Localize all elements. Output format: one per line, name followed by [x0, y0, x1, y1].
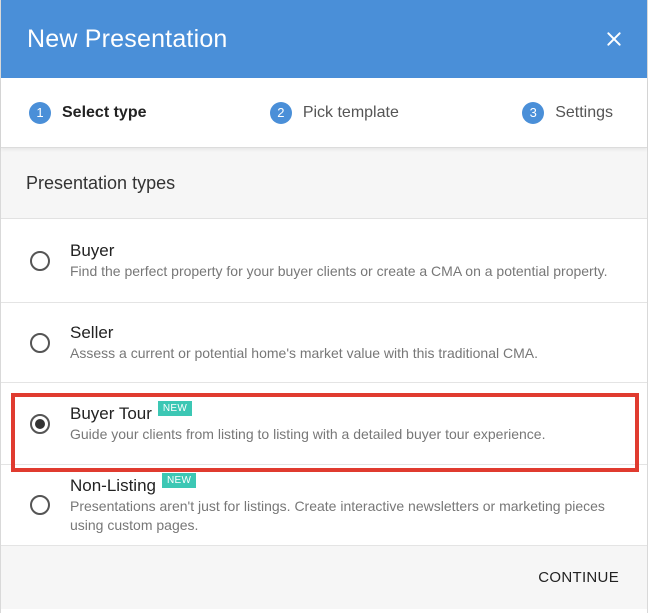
option-text: Seller Assess a current or potential hom… [70, 323, 538, 363]
step-number: 1 [29, 101, 51, 124]
radio-button[interactable] [30, 250, 50, 271]
option-title: Seller [70, 323, 538, 343]
option-text: Buyer Tour NEW Guide your clients from l… [70, 401, 546, 444]
step-label: Settings [555, 103, 613, 121]
option-non-listing[interactable]: Non-Listing NEW Presentations aren't jus… [1, 465, 647, 546]
step-label: Pick template [302, 103, 399, 121]
step-number: 3 [522, 101, 545, 124]
step-pick-template[interactable]: 2 Pick template [269, 101, 399, 124]
step-number: 2 [269, 101, 292, 124]
option-title: Buyer Tour NEW [70, 401, 545, 424]
option-title-text: Buyer Tour [70, 403, 152, 423]
option-description: Guide your clients from listing to listi… [70, 425, 546, 442]
option-title-text: Buyer [70, 240, 115, 260]
option-buyer[interactable]: Buyer Find the perfect property for your… [1, 219, 647, 303]
step-select-type[interactable]: 1 Select type [29, 101, 147, 124]
option-title: Non-Listing NEW [70, 473, 627, 496]
option-description: Presentations aren't just for listings. … [70, 497, 605, 533]
new-badge: NEW [157, 401, 193, 416]
option-description: Find the perfect property for your buyer… [70, 262, 608, 279]
new-presentation-dialog: New Presentation 1 Select type 2 Pick te… [0, 0, 648, 613]
option-title-text: Seller [70, 322, 114, 342]
radio-button[interactable] [30, 495, 50, 515]
dialog-header: New Presentation [1, 0, 647, 78]
stepper: 1 Select type 2 Pick template 3 Settings [1, 78, 647, 148]
option-description: Assess a current or potential home's mar… [70, 344, 538, 361]
radio-button[interactable] [30, 332, 50, 353]
option-buyer-tour[interactable]: Buyer Tour NEW Guide your clients from l… [1, 383, 647, 465]
radio-button-selected[interactable] [30, 413, 50, 434]
new-badge: NEW [162, 473, 197, 488]
dialog-title: New Presentation [27, 24, 228, 53]
option-title: Buyer [70, 241, 607, 261]
step-settings[interactable]: 3 Settings [522, 101, 613, 124]
close-icon[interactable] [603, 28, 625, 50]
dialog-footer: CONTINUE [1, 546, 647, 609]
option-text: Buyer Find the perfect property for your… [70, 241, 607, 281]
section-heading: Presentation types [1, 148, 647, 219]
option-text: Non-Listing NEW Presentations aren't jus… [70, 473, 627, 535]
option-title-text: Non-Listing [70, 475, 156, 495]
option-seller[interactable]: Seller Assess a current or potential hom… [1, 303, 647, 383]
continue-button[interactable]: CONTINUE [538, 569, 619, 586]
step-label: Select type [62, 103, 147, 121]
